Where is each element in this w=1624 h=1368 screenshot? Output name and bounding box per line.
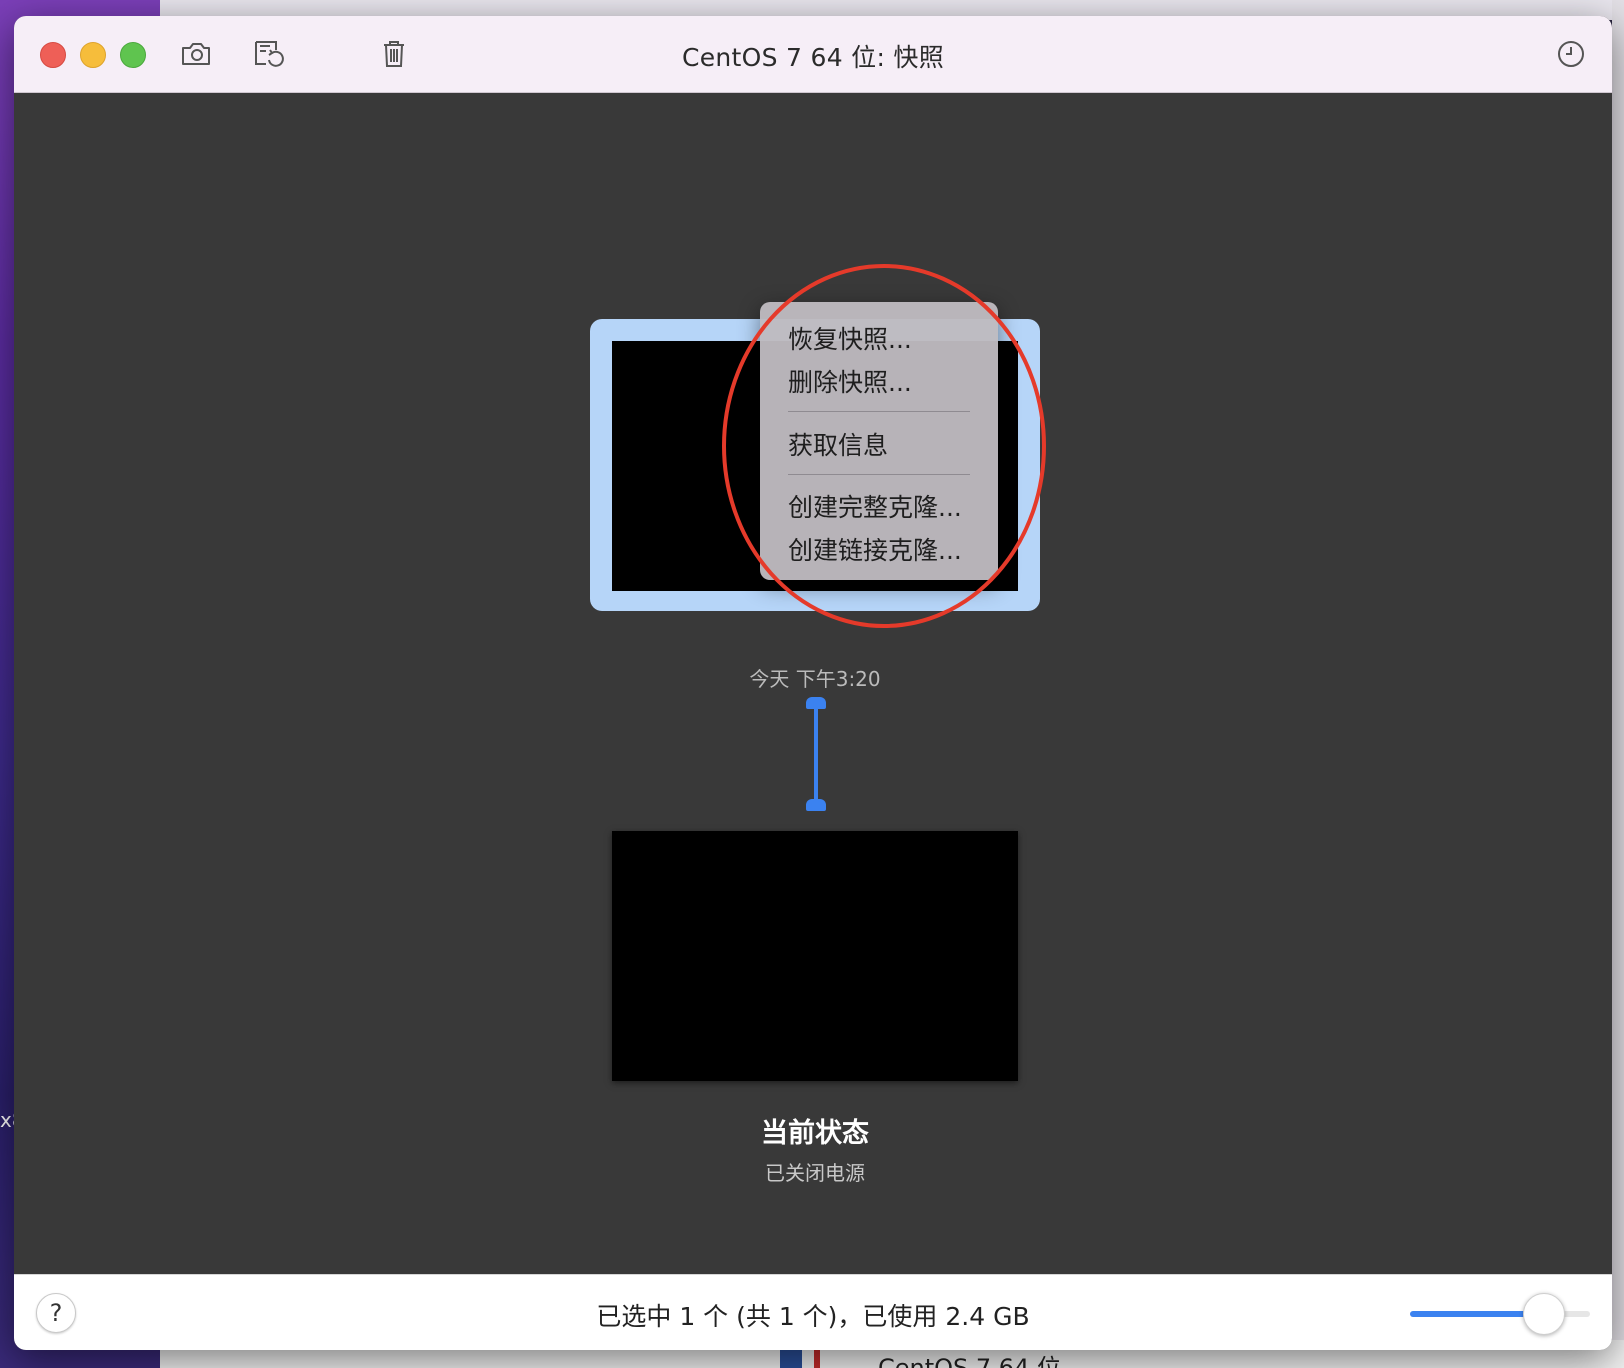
snapshot-tree: 今天 下午3:20 当前状态 已关闭电源	[14, 93, 1612, 1274]
menu-item-full-clone[interactable]: 创建完整克隆...	[788, 488, 962, 524]
current-state-title: 当前状态	[761, 1118, 869, 1149]
context-menu: 恢复快照... 删除快照... 获取信息 创建完整克隆... 创建链接克隆...	[760, 302, 998, 580]
zoom-slider-knob[interactable]	[1523, 1293, 1566, 1335]
current-state-thumbnail[interactable]	[612, 831, 1018, 1081]
current-state-subtitle: 已关闭电源	[765, 1161, 865, 1185]
background-vm-name: CentOS 7 64 位	[878, 1354, 1061, 1368]
clock-icon[interactable]	[1554, 38, 1588, 70]
menu-item-linked-clone[interactable]: 创建链接克隆...	[788, 531, 962, 567]
background-window-right	[1612, 0, 1624, 1368]
snapshot-window: CentOS 7 64 位: 快照 今天 下午3:20 当前状态 已关闭电源 ?…	[14, 16, 1612, 1350]
menu-item-get-info[interactable]: 获取信息	[788, 426, 888, 462]
menu-separator	[788, 411, 970, 412]
connector-bottom-dot	[806, 799, 826, 811]
snapshot-label: 今天 下午3:20	[749, 667, 881, 691]
snapshot-connector	[814, 703, 818, 803]
window-title: CentOS 7 64 位: 快照	[681, 43, 945, 72]
status-bar: ? 已选中 1 个 (共 1 个)，已使用 2.4 GB	[14, 1274, 1612, 1350]
menu-item-restore-snapshot[interactable]: 恢复快照...	[788, 320, 912, 356]
status-text: 已选中 1 个 (共 1 个)，已使用 2.4 GB	[596, 1302, 1030, 1331]
menu-item-delete-snapshot[interactable]: 删除快照...	[788, 363, 912, 399]
titlebar: CentOS 7 64 位: 快照	[14, 16, 1612, 93]
menu-separator	[788, 474, 970, 475]
